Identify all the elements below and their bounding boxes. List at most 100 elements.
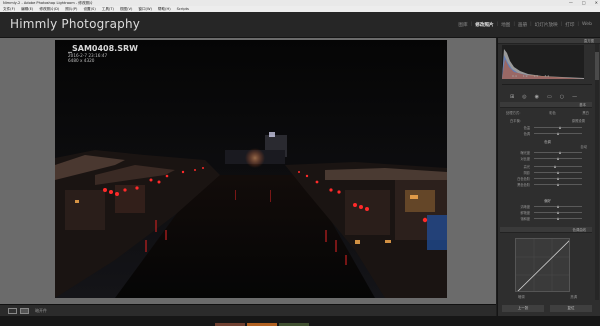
slider-track[interactable] [534, 204, 582, 208]
tone-curve-graph[interactable] [515, 238, 570, 292]
module-separator: | [470, 22, 473, 27]
treatment-label: 处理方式： [506, 111, 523, 115]
filter-label[interactable]: 暗开件 [35, 308, 47, 314]
photo-filename: _SAM0408.SRW [68, 44, 138, 53]
slider-knob[interactable] [558, 150, 561, 154]
histogram-values: 0.4 1.9 1.5 3.4 [512, 74, 549, 78]
slider-clarity[interactable]: 清晰度 [500, 204, 595, 209]
panel-scrollbar[interactable] [595, 44, 599, 300]
identity-plate-bar: Himmly Photography 图库 | 修改照片 | 地图 | 画册 |… [0, 12, 600, 38]
tone-auto[interactable]: 自动 [500, 144, 595, 149]
slider-label: 饱和度 [520, 217, 530, 221]
reset-button[interactable]: 复位 [550, 305, 592, 312]
brush-icon[interactable]: — [572, 94, 577, 100]
window-title: Nimmly-2 - Adobe Photoshop Lightroom - 修… [3, 1, 93, 5]
module-book[interactable]: 画册 [518, 22, 527, 28]
slider-track[interactable] [534, 216, 582, 220]
module-slideshow[interactable]: 幻灯片放映 [535, 22, 558, 28]
radial-filter-icon[interactable]: ○ [560, 94, 564, 100]
module-separator: | [513, 22, 515, 27]
module-picker: 图库 | 修改照片 | 地图 | 画册 | 幻灯片放映 | 打印 | Web [458, 22, 592, 28]
develop-right-panel: 直方图 0.4 1.9 1.5 3.4 ⊞ ◎ ◉ ▭ ○ — 基本 处理方式：… [497, 38, 600, 316]
slider-knob[interactable] [556, 182, 559, 186]
slider-contrast[interactable]: 对比度 [500, 156, 595, 161]
curve-axis-light: 亮调 [570, 295, 577, 299]
module-develop[interactable]: 修改照片 [475, 22, 493, 28]
scrollbar-thumb[interactable] [595, 52, 599, 80]
slider-saturation[interactable]: 饱和度 [500, 216, 595, 221]
identity-plate: Himmly Photography [10, 17, 141, 31]
histogram-value: 1.9 [522, 74, 528, 78]
slider-label: 对比度 [520, 157, 530, 161]
treatment-bw[interactable]: 黑白 [582, 110, 589, 115]
slider-track[interactable] [534, 131, 582, 135]
slider-blacks[interactable]: 黑色色阶 [500, 182, 595, 187]
slider-knob[interactable] [554, 164, 557, 168]
slider-label: 色调 [523, 132, 530, 136]
curve-axis-labels: 暗调 亮调 [500, 294, 595, 299]
night-canal-photo [55, 40, 447, 298]
wb-row: 白平衡： 原照设置 [500, 118, 595, 123]
loupe-view-button[interactable] [8, 308, 17, 314]
slider-label: 曝光度 [520, 151, 530, 155]
histogram-header[interactable]: 直方图 [498, 38, 600, 44]
module-library[interactable]: 图库 [458, 22, 467, 28]
module-print[interactable]: 打印 [565, 22, 574, 28]
histogram-value: 1.5 [533, 74, 539, 78]
slider-tint[interactable]: 色调 [500, 131, 595, 136]
tone-auto-label[interactable]: 自动 [580, 145, 587, 149]
module-separator: | [560, 22, 563, 27]
treatment-row: 处理方式： 彩色 黑白 [500, 110, 595, 115]
slider-track[interactable] [534, 210, 582, 214]
slider-knob[interactable] [556, 170, 559, 174]
tone-curve-header[interactable]: 色调曲线 [500, 227, 592, 233]
slider-knob[interactable] [558, 125, 561, 129]
slider-whites[interactable]: 白色色阶 [500, 176, 595, 181]
develop-tool-strip: ⊞ ◎ ◉ ▭ ○ — [502, 94, 592, 100]
module-web[interactable]: Web [582, 22, 592, 28]
slider-temperature[interactable]: 色温 [500, 125, 595, 130]
bottom-toolbar: 暗开件 [0, 304, 496, 316]
before-after-button[interactable] [20, 308, 29, 314]
histogram[interactable]: 0.4 1.9 1.5 3.4 [502, 45, 584, 79]
presence-title: 偏好 [544, 199, 551, 203]
slider-shadows[interactable]: 阴影 [500, 170, 595, 175]
slider-knob[interactable] [556, 156, 559, 160]
redeye-icon[interactable]: ◉ [535, 94, 539, 100]
slider-knob[interactable] [557, 131, 560, 135]
module-separator: | [577, 22, 579, 27]
crop-icon[interactable]: ⊞ [510, 94, 514, 100]
photo-preview[interactable]: _SAM0408.SRW 2016-2-7 23:16:47 6480 x 43… [55, 40, 447, 298]
previous-button[interactable]: 上一张 [502, 305, 544, 312]
tone-curve-line [516, 239, 569, 291]
slider-track[interactable] [534, 170, 582, 174]
wb-value[interactable]: 原照设置 [572, 118, 585, 123]
module-separator: | [530, 22, 532, 27]
slider-track[interactable] [534, 182, 582, 186]
slider-knob[interactable] [556, 210, 559, 214]
slider-track[interactable] [534, 156, 582, 160]
slider-track[interactable] [534, 164, 582, 168]
slider-label: 白色色阶 [517, 177, 530, 181]
image-canvas[interactable]: _SAM0408.SRW 2016-2-7 23:16:47 6480 x 43… [0, 38, 496, 304]
slider-highlights[interactable]: 高光 [500, 164, 595, 169]
slider-label: 清晰度 [520, 205, 530, 209]
photo-info-overlay: _SAM0408.SRW 2016-2-7 23:16:47 6480 x 43… [68, 44, 138, 63]
module-map[interactable]: 地图 [501, 22, 510, 28]
treatment-color[interactable]: 彩色 [549, 110, 556, 115]
slider-knob[interactable] [557, 204, 560, 208]
basic-header[interactable]: 基本 [500, 102, 592, 108]
slider-exposure[interactable]: 曝光度 [500, 150, 595, 155]
slider-label: 色温 [523, 126, 530, 130]
presence-section: 偏好 [500, 198, 595, 203]
slider-track[interactable] [534, 125, 582, 129]
slider-knob[interactable] [556, 216, 559, 220]
graduated-filter-icon[interactable]: ▭ [547, 94, 552, 100]
slider-track[interactable] [534, 176, 582, 180]
module-separator: | [496, 22, 499, 27]
slider-track[interactable] [534, 150, 582, 154]
slider-vibrance[interactable]: 鲜艳度 [500, 210, 595, 215]
spot-removal-icon[interactable]: ◎ [522, 94, 526, 100]
slider-knob[interactable] [556, 176, 559, 180]
curve-axis-dark: 暗调 [518, 295, 525, 299]
